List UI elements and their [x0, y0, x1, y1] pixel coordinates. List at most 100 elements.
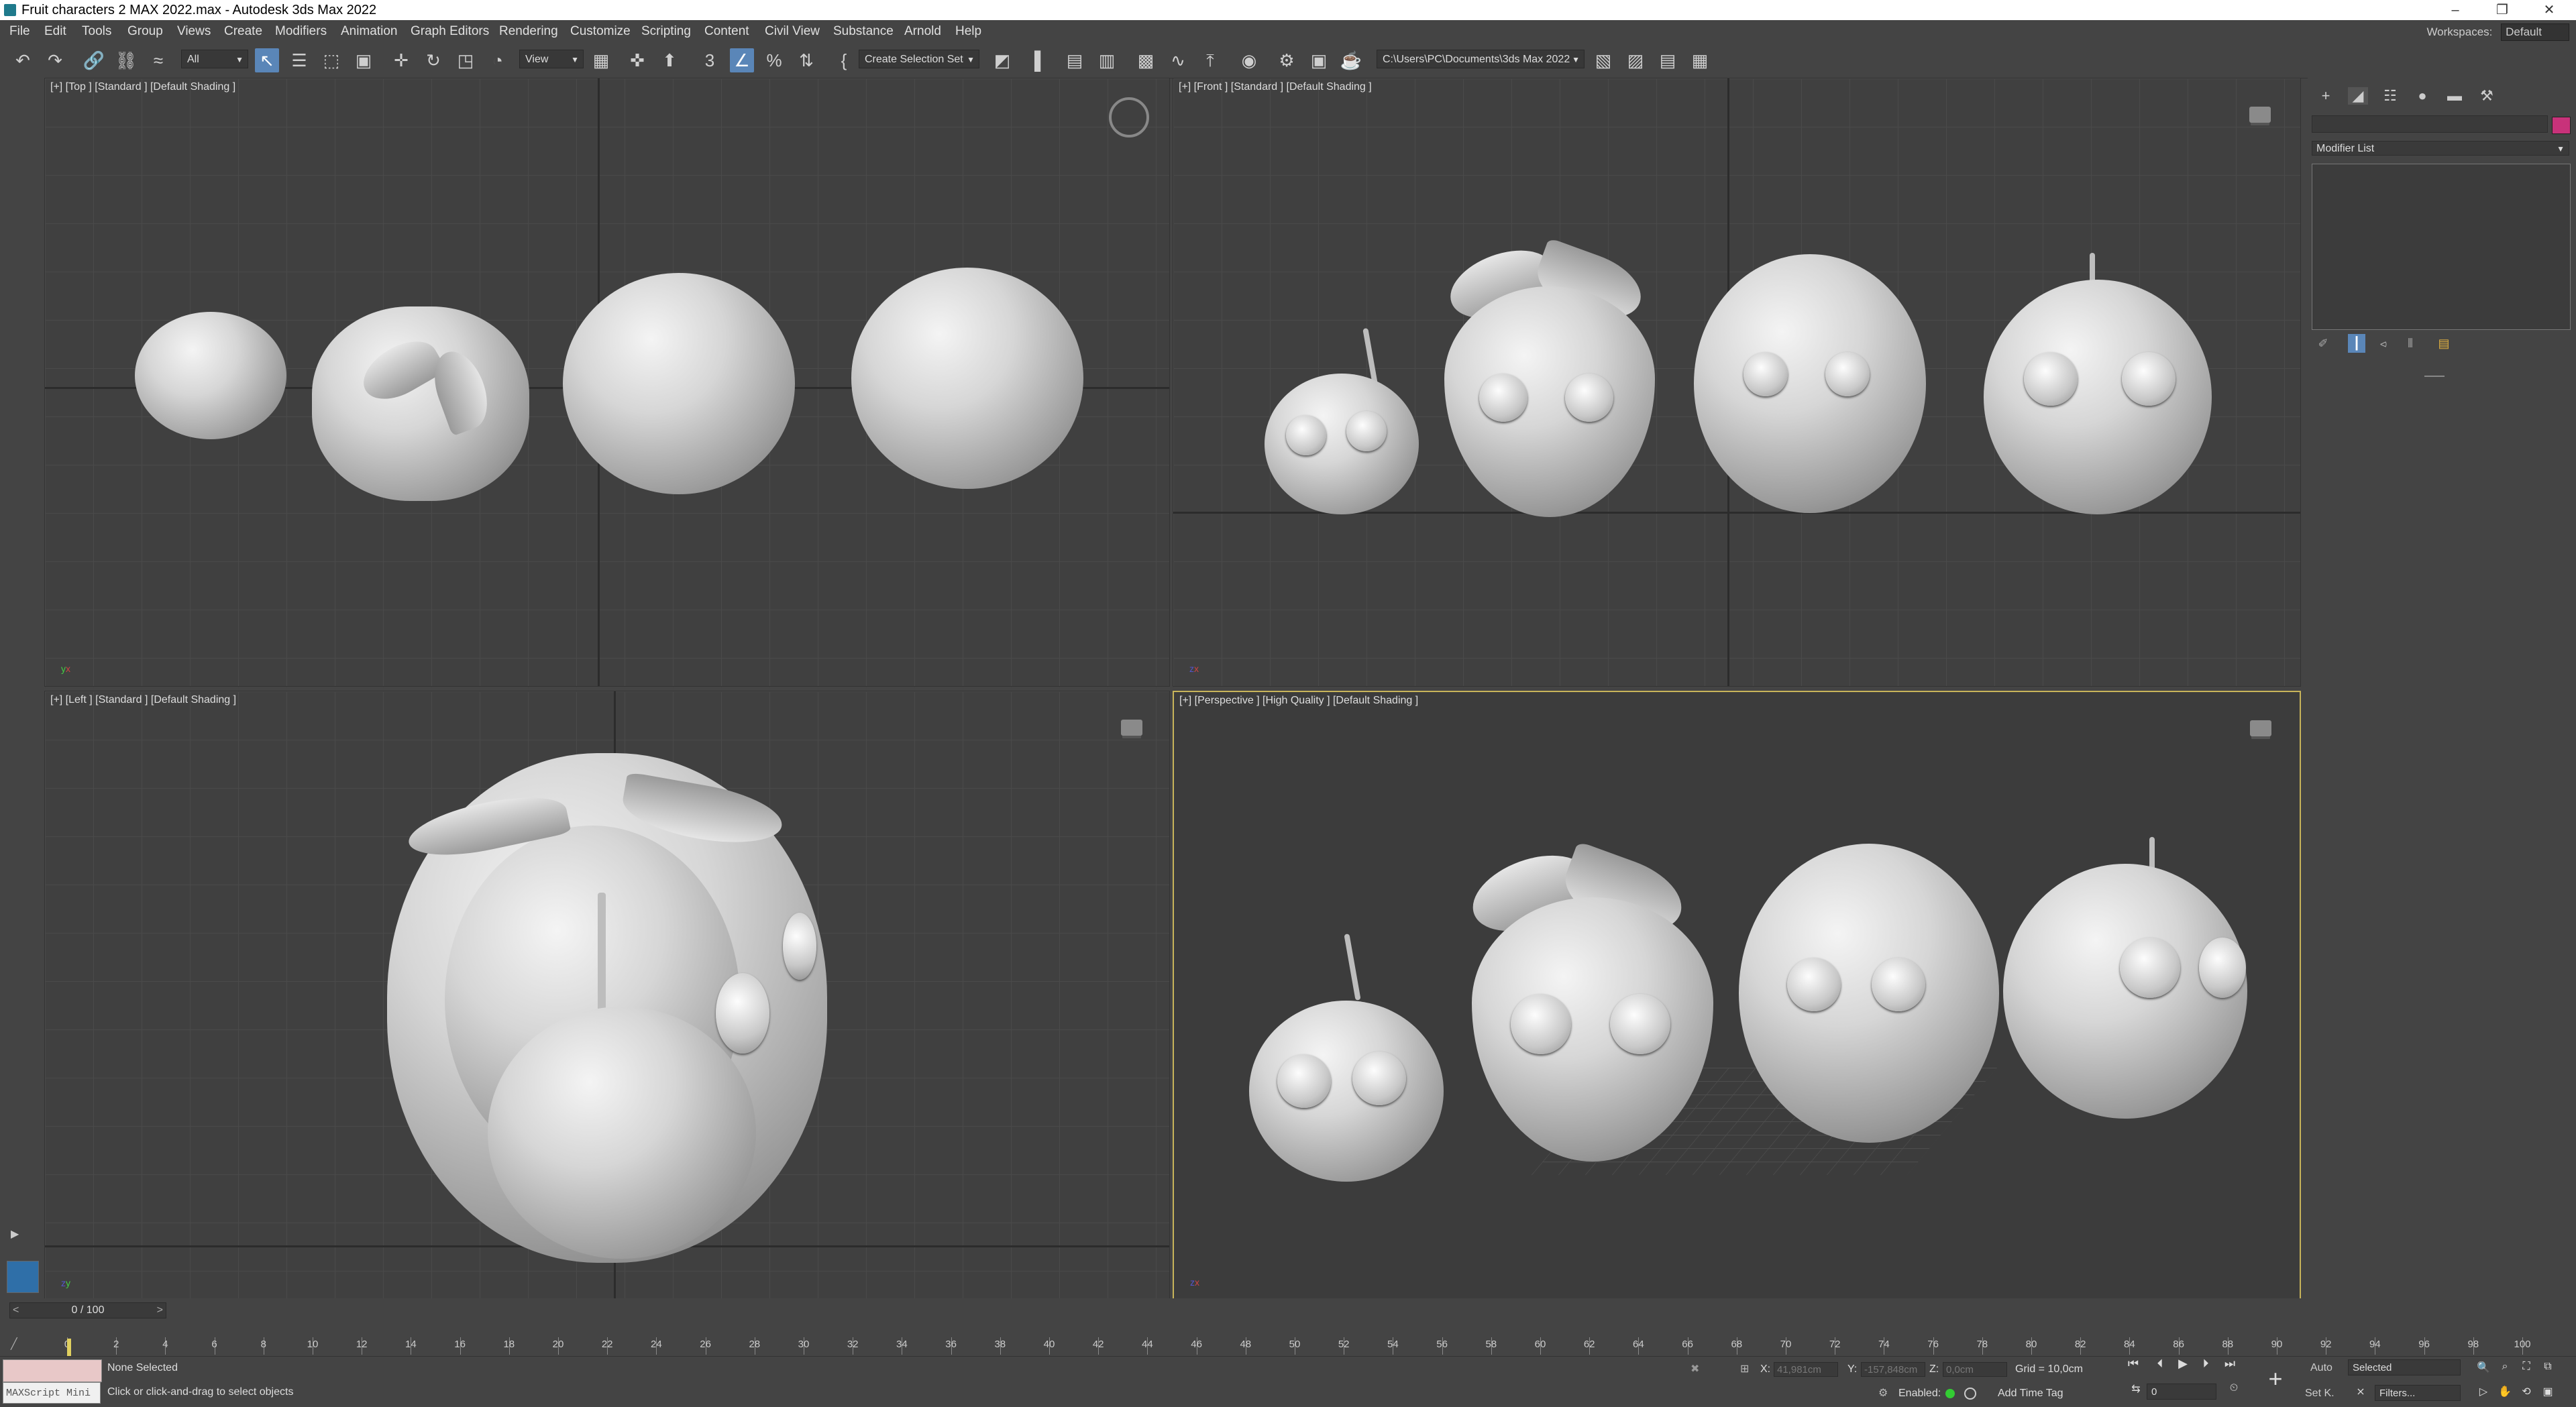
project-icon[interactable]: ▨ — [1623, 48, 1648, 72]
y-coord-field[interactable]: -157,848cm — [1861, 1362, 1925, 1377]
time-configuration-icon[interactable]: ⏲ — [2224, 1382, 2243, 1394]
window-crossing-icon[interactable]: ▣ — [352, 48, 376, 72]
menu-file[interactable]: File — [9, 20, 30, 43]
link-icon[interactable]: 🔗 — [82, 48, 106, 72]
viewport-left[interactable]: [+] [Left ] [Standard ] [Default Shading… — [44, 691, 1170, 1301]
go-to-end-icon[interactable]: ⏭ — [2220, 1357, 2239, 1371]
redo-icon[interactable]: ↷ — [43, 48, 67, 72]
time-prev-icon[interactable]: < — [13, 1303, 19, 1318]
x-coord-field[interactable]: 41,981cm — [1774, 1362, 1838, 1377]
set-key-icon[interactable]: + — [2262, 1365, 2289, 1393]
expand-arrow-icon[interactable]: ▶ — [11, 1227, 24, 1241]
pin-stack-icon[interactable]: ✐ — [2314, 334, 2332, 353]
configure-modifier-sets-icon[interactable]: ▤ — [2435, 334, 2453, 353]
remove-modifier-icon[interactable]: ⫴ — [2402, 334, 2419, 353]
select-by-name-icon[interactable]: ☰ — [287, 48, 311, 72]
object-name-field[interactable] — [2312, 115, 2548, 133]
field-of-view-icon[interactable]: ▷ — [2475, 1385, 2491, 1398]
mirror-icon[interactable]: ◩ — [990, 48, 1014, 72]
maximize-viewport-icon[interactable]: ▣ — [2540, 1385, 2556, 1398]
object-color-swatch[interactable] — [2552, 117, 2571, 134]
motion-tab-icon[interactable]: ● — [2412, 87, 2432, 105]
transform-mode-icon[interactable]: ⊞ — [1740, 1362, 1749, 1375]
zoom-extents-icon[interactable]: ⛶ — [2518, 1361, 2534, 1373]
menu-substance[interactable]: Substance — [833, 20, 894, 43]
rectangular-selection-icon[interactable]: ⬚ — [319, 48, 343, 72]
place-icon[interactable]: ◔ — [486, 48, 510, 72]
utilities-tab-icon[interactable]: ⚒ — [2477, 87, 2497, 105]
enabled-indicator-icon[interactable] — [1945, 1389, 1955, 1398]
toggle-ribbon-icon[interactable]: ▩ — [1134, 48, 1158, 72]
menu-graph-editors[interactable]: Graph Editors — [411, 20, 489, 43]
undo-icon[interactable]: ↶ — [11, 48, 35, 72]
curve-editor-icon[interactable]: ∿ — [1166, 48, 1190, 72]
key-mode-icon[interactable]: ⇆ — [2127, 1382, 2145, 1396]
zoom-icon[interactable]: 🔍 — [2475, 1361, 2491, 1374]
mini-curve-editor-icon[interactable]: ╱ — [11, 1337, 51, 1355]
viewport-top[interactable]: [+] [Top ] [Standard ] [Default Shading … — [44, 78, 1170, 687]
select-manipulate-icon[interactable]: ✜ — [625, 48, 649, 72]
keyboard-shortcut-override-icon[interactable]: ⬆ — [657, 48, 682, 72]
go-to-start-icon[interactable]: ⏮ — [2124, 1357, 2143, 1371]
project-folder-dropdown[interactable]: C:\Users\PC\Documents\3ds Max 2022 ▼ — [1377, 50, 1585, 68]
viewport-label[interactable]: [+] [Left ] [Standard ] [Default Shading… — [50, 694, 236, 706]
key-filters-icon[interactable]: ⨯ — [2352, 1385, 2369, 1398]
workspaces-dropdown[interactable]: Default — [2501, 23, 2569, 41]
time-next-icon[interactable]: > — [157, 1303, 163, 1318]
menu-group[interactable]: Group — [127, 20, 163, 43]
render-setup-icon[interactable]: ⚙ — [1275, 48, 1299, 72]
menu-views[interactable]: Views — [177, 20, 211, 43]
current-frame-marker[interactable] — [67, 1339, 71, 1356]
orbit-icon[interactable]: ⟲ — [2518, 1385, 2534, 1398]
make-unique-icon[interactable]: ⪦ — [2375, 334, 2392, 353]
add-time-tag[interactable]: Add Time Tag — [1998, 1388, 2063, 1400]
scene-explorer-icon[interactable]: ▤ — [1063, 48, 1087, 72]
create-tab-icon[interactable]: + — [2316, 87, 2336, 105]
menu-customize[interactable]: Customize — [570, 20, 631, 43]
modifier-stack[interactable] — [2312, 164, 2571, 330]
layer-explorer-icon[interactable]: ▥ — [1095, 48, 1119, 72]
current-frame-field[interactable]: 0 — [2147, 1384, 2216, 1400]
adaptive-degradation-icon[interactable]: ⚙ — [1878, 1386, 1888, 1400]
restore-button[interactable]: ❐ — [2482, 0, 2522, 20]
time-slider[interactable]: < 0 / 100 > — [9, 1302, 166, 1318]
viewcube-icon[interactable] — [1109, 97, 1149, 137]
named-selection-set-dropdown[interactable]: Create Selection Set ▼ — [859, 50, 979, 68]
modify-tab-icon[interactable]: ◢ — [2348, 87, 2368, 105]
rendered-frame-window-icon[interactable]: ▣ — [1307, 48, 1331, 72]
z-coord-field[interactable]: 0,0cm — [1943, 1362, 2007, 1377]
viewcube-icon[interactable] — [2250, 720, 2271, 736]
menu-arnold[interactable]: Arnold — [904, 20, 941, 43]
spinner-snap-icon[interactable]: ⇅ — [794, 48, 818, 72]
snaps-toggle-icon[interactable]: 3 — [698, 48, 722, 72]
angle-snap-icon[interactable]: ∠ — [730, 48, 754, 72]
viewport-layouts-icon[interactable] — [7, 1261, 39, 1293]
selection-filter-dropdown[interactable]: All ▼ — [181, 50, 248, 68]
align-icon[interactable]: ▐ — [1022, 48, 1046, 72]
save-project-icon[interactable]: ▦ — [1688, 48, 1712, 72]
asset-tracking-icon[interactable]: ▤ — [1656, 48, 1680, 72]
time-tag-icon[interactable] — [1964, 1388, 1976, 1400]
schematic-view-icon[interactable]: ⤒ — [1198, 48, 1222, 72]
rotate-icon[interactable]: ↻ — [421, 48, 445, 72]
menu-create[interactable]: Create — [224, 20, 262, 43]
set-key-button[interactable]: Set K. — [2305, 1388, 2334, 1400]
edit-named-selection-icon[interactable]: { — [832, 48, 856, 72]
menu-help[interactable]: Help — [955, 20, 981, 43]
key-filter-dropdown[interactable]: Selected — [2348, 1359, 2461, 1375]
bind-space-warp-icon[interactable]: ≈ — [146, 48, 170, 72]
previous-frame-icon[interactable]: ⏴ — [2151, 1357, 2169, 1371]
modifier-list-dropdown[interactable]: Modifier List ▼ — [2312, 141, 2569, 156]
pan-view-icon[interactable]: ✋ — [2497, 1385, 2513, 1398]
pivot-center-icon[interactable]: ▦ — [589, 48, 613, 72]
viewport-perspective[interactable]: [+] [Perspective ] [High Quality ] [Defa… — [1173, 691, 2301, 1301]
next-frame-icon[interactable]: ⏵ — [2196, 1357, 2215, 1371]
minimize-button[interactable]: – — [2435, 0, 2475, 20]
material-editor-icon[interactable]: ◉ — [1237, 48, 1261, 72]
menu-content[interactable]: Content — [704, 20, 749, 43]
viewcube-icon[interactable] — [2249, 107, 2271, 123]
maxscript-mini-listener[interactable]: MAXScript Mini — [3, 1382, 101, 1404]
menu-modifiers[interactable]: Modifiers — [275, 20, 327, 43]
render-production-icon[interactable]: ☕ — [1339, 48, 1363, 72]
menu-edit[interactable]: Edit — [44, 20, 66, 43]
